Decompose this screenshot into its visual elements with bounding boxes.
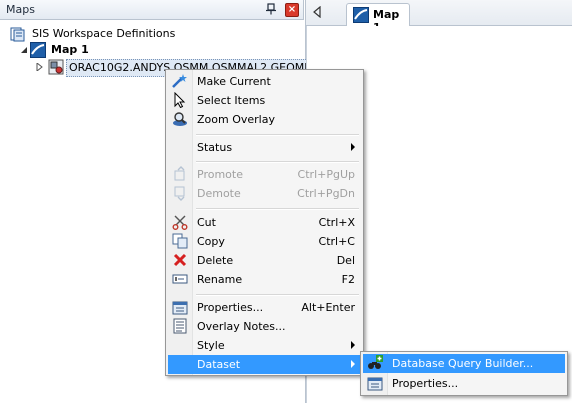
- menu-separator: [196, 134, 359, 136]
- menu-item-zoom-overlay[interactable]: Zoom Overlay: [168, 110, 361, 129]
- menu-item-demote[interactable]: Demote Ctrl+PgDn: [168, 184, 361, 203]
- zoom-overlay-icon: [173, 112, 187, 126]
- context-menu: Make Current Select Items Zoom Overlay S…: [165, 69, 364, 376]
- document-tabstrip: Map 1: [306, 0, 572, 34]
- dataset-submenu: Database Query Builder... Properties...: [360, 351, 568, 396]
- panel-title: Maps: [6, 3, 35, 16]
- menu-item-database-query-builder[interactable]: Database Query Builder...: [363, 354, 565, 373]
- make-current-icon: [172, 74, 187, 88]
- menu-item-dataset-properties[interactable]: Properties...: [363, 374, 565, 393]
- menu-item-cut[interactable]: Cut Ctrl+X: [168, 213, 361, 232]
- map-icon: [30, 42, 46, 58]
- submenu-arrow-icon: [351, 341, 355, 349]
- tree-root-label: SIS Workspace Definitions: [32, 27, 176, 40]
- scissors-icon: [172, 215, 188, 230]
- menu-item-properties[interactable]: Properties... Alt+Enter: [168, 298, 361, 317]
- cursor-icon: [174, 92, 186, 108]
- map-icon: [353, 7, 369, 23]
- rename-icon: [172, 274, 188, 284]
- notes-icon: [173, 318, 187, 334]
- menu-item-status[interactable]: Status: [168, 138, 361, 157]
- query-builder-icon: [368, 355, 383, 369]
- properties-icon: [172, 301, 188, 315]
- demote-icon: [174, 186, 185, 201]
- tab-map-1[interactable]: Map 1: [346, 3, 410, 34]
- copy-icon: [172, 233, 188, 249]
- pin-icon[interactable]: [265, 3, 277, 15]
- tab-scroll-left-icon[interactable]: [312, 6, 322, 18]
- overlay-icon: [48, 59, 64, 75]
- menu-item-promote[interactable]: Promote Ctrl+PgUp: [168, 165, 361, 184]
- menu-item-style[interactable]: Style: [168, 336, 361, 355]
- menu-item-rename[interactable]: Rename F2: [168, 270, 361, 289]
- expanded-arrow-icon[interactable]: [20, 46, 28, 54]
- menu-item-delete[interactable]: Delete Del: [168, 251, 361, 270]
- tree-map-label: Map 1: [51, 43, 89, 56]
- close-icon[interactable]: ×: [285, 3, 299, 17]
- menu-item-dataset[interactable]: Dataset: [168, 355, 361, 374]
- menu-item-copy[interactable]: Copy Ctrl+C: [168, 232, 361, 251]
- menu-separator: [196, 161, 359, 163]
- menu-item-overlay-notes[interactable]: Overlay Notes...: [168, 317, 361, 336]
- panel-header: Maps ×: [0, 0, 304, 20]
- promote-icon: [174, 166, 185, 181]
- menu-item-select-items[interactable]: Select Items: [168, 91, 361, 110]
- collapsed-arrow-icon[interactable]: [36, 63, 44, 71]
- menu-separator: [196, 294, 359, 296]
- workspace-icon: [10, 27, 25, 42]
- menu-separator: [196, 208, 359, 210]
- submenu-arrow-icon: [351, 143, 355, 151]
- submenu-arrow-icon: [351, 360, 355, 368]
- menu-item-make-current[interactable]: Make Current: [168, 72, 361, 91]
- delete-icon: [173, 253, 187, 267]
- properties-icon: [367, 377, 383, 391]
